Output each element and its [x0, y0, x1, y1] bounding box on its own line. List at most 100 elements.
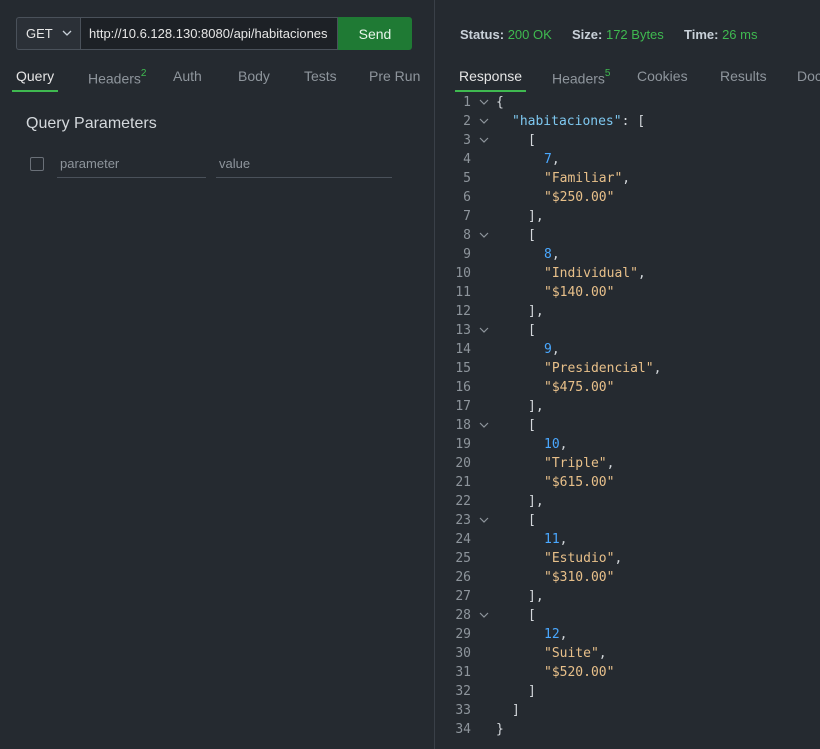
line-number: 18	[455, 418, 471, 433]
code-text: [	[528, 131, 536, 150]
fold-chevron-icon[interactable]	[479, 232, 489, 239]
code-line: 18 [	[435, 416, 820, 435]
json-punctuation: [	[528, 418, 536, 433]
tab-auth[interactable]: Auth	[173, 62, 202, 90]
fold-chevron-icon[interactable]	[479, 99, 489, 106]
json-string: "$250.00"	[544, 190, 615, 205]
code-text: "Familiar",	[544, 169, 630, 188]
json-punctuation: ,	[551, 342, 560, 357]
json-punctuation: ],	[528, 494, 544, 509]
code-text: [	[528, 321, 536, 340]
json-punctuation: [	[528, 228, 536, 243]
code-text: [	[528, 606, 536, 625]
code-line: 16 "$475.00"	[435, 378, 820, 397]
code-line: 32]	[435, 682, 820, 701]
json-punctuation: ],	[528, 399, 544, 414]
code-line: 33]	[435, 701, 820, 720]
tab-tests[interactable]: Tests	[304, 62, 337, 90]
line-number: 25	[455, 551, 471, 566]
code-text: 11,	[544, 530, 567, 549]
line-number: 20	[455, 456, 471, 471]
code-text: "$615.00"	[544, 473, 614, 492]
parameter-checkbox[interactable]	[30, 157, 44, 171]
send-button[interactable]: Send	[338, 17, 412, 50]
url-input[interactable]: http://10.6.128.130:8080/api/habitacione…	[80, 17, 338, 50]
code-line: 30 "Suite",	[435, 644, 820, 663]
code-text: [	[528, 226, 536, 245]
code-line: 21 "$615.00"	[435, 473, 820, 492]
code-text: ],	[528, 397, 544, 416]
code-line: 11 "$140.00"	[435, 283, 820, 302]
json-punctuation: ,	[551, 247, 560, 262]
fold-chevron-icon[interactable]	[479, 422, 489, 429]
method-value: GET	[26, 26, 53, 41]
json-string: "$475.00"	[544, 380, 615, 395]
json-string: "Presidencial"	[544, 361, 654, 376]
line-number: 2	[463, 114, 471, 129]
code-line: 9 8,	[435, 245, 820, 264]
fold-chevron-icon[interactable]	[479, 517, 489, 524]
fold-chevron-icon[interactable]	[479, 137, 489, 144]
code-text: "Suite",	[544, 644, 607, 663]
code-text: ],	[528, 207, 544, 226]
line-number: 6	[463, 190, 471, 205]
tab-query[interactable]: Query	[11, 62, 59, 92]
tab-docs[interactable]: Docs	[797, 62, 820, 90]
line-number: 11	[455, 285, 471, 300]
code-text: "$310.00"	[544, 568, 614, 587]
json-punctuation: ,	[598, 646, 607, 661]
code-text: 9,	[544, 340, 560, 359]
response-body-editor[interactable]: 1{2 "habitaciones": [3[4 7, 5 "Familiar", 6 "$…	[435, 93, 820, 739]
tab-pre-run[interactable]: Pre Run	[369, 62, 420, 90]
json-string: "$140.00"	[544, 285, 615, 300]
json-number: 7	[544, 152, 552, 167]
json-punctuation: ],	[528, 589, 544, 604]
json-punctuation: [	[528, 133, 536, 148]
json-number: 9	[544, 342, 552, 357]
headers-count-badge: 2	[140, 68, 147, 79]
line-number: 10	[455, 266, 471, 281]
code-line: 26 "$310.00"	[435, 568, 820, 587]
line-number: 9	[463, 247, 471, 262]
line-number: 13	[455, 323, 471, 338]
tab-response-headers[interactable]: Headers5	[552, 62, 610, 90]
line-number: 19	[455, 437, 471, 452]
status-value: 200 OK	[507, 27, 552, 42]
parameter-input[interactable]: parameter	[57, 152, 206, 178]
line-number: 16	[455, 380, 471, 395]
code-line: 24 11,	[435, 530, 820, 549]
code-line: 3[	[435, 131, 820, 150]
fold-chevron-icon[interactable]	[479, 612, 489, 619]
method-select[interactable]: GET	[16, 17, 80, 50]
response-panel: Status: 200 OK Size: 172 Bytes Time: 26 …	[435, 0, 820, 749]
fold-chevron-icon[interactable]	[479, 118, 489, 125]
line-number: 22	[455, 494, 471, 509]
line-number: 17	[455, 399, 471, 414]
fold-chevron-icon[interactable]	[479, 327, 489, 334]
code-line: 34}	[435, 720, 820, 739]
tab-results[interactable]: Results	[720, 62, 767, 90]
line-number: 14	[455, 342, 471, 357]
code-text: 7,	[544, 150, 560, 169]
tab-cookies[interactable]: Cookies	[637, 62, 688, 90]
code-line: 17],	[435, 397, 820, 416]
line-number: 33	[455, 703, 471, 718]
line-number: 5	[463, 171, 471, 186]
chevron-down-icon	[62, 30, 72, 36]
code-line: 23 [	[435, 511, 820, 530]
tab-body[interactable]: Body	[238, 62, 270, 90]
code-text: ],	[528, 587, 544, 606]
code-text: "habitaciones": [	[512, 112, 645, 131]
time-info: Time: 26 ms	[684, 27, 758, 42]
tab-headers[interactable]: Headers2	[88, 62, 146, 90]
json-punctuation: [	[528, 513, 536, 528]
json-number: 11	[544, 532, 560, 547]
json-string: "$615.00"	[544, 475, 615, 490]
value-input[interactable]: value	[216, 152, 392, 178]
json-punctuation: [	[528, 608, 536, 623]
tab-response[interactable]: Response	[454, 62, 527, 92]
line-number: 3	[463, 133, 471, 148]
json-punctuation: ,	[551, 152, 560, 167]
json-punctuation: [	[528, 323, 536, 338]
code-line: 2 "habitaciones": [	[435, 112, 820, 131]
